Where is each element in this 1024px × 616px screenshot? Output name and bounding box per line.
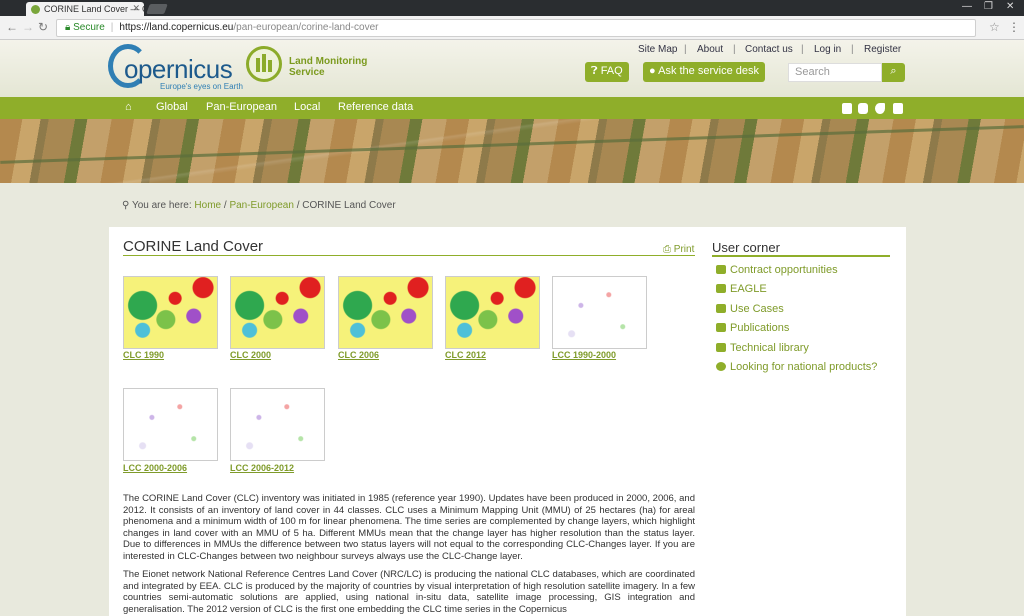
page-title: CORINE Land Cover bbox=[123, 238, 264, 255]
clc-2000-thumbnail[interactable] bbox=[230, 276, 325, 349]
browser-tab[interactable]: CORINE Land Cover — C ✕ bbox=[26, 2, 144, 16]
clc-2012-thumbnail[interactable] bbox=[445, 276, 540, 349]
clc-2000-link[interactable]: CLC 2000 bbox=[230, 350, 271, 360]
copernicus-logo-text[interactable]: opernicus bbox=[124, 54, 233, 85]
search-button[interactable]: ⌕ bbox=[882, 63, 905, 82]
clc-2012-link[interactable]: CLC 2012 bbox=[445, 350, 486, 360]
use-cases-icon bbox=[716, 304, 726, 313]
clc-1990-thumbnail[interactable] bbox=[123, 276, 218, 349]
search-input[interactable]: Search bbox=[788, 63, 882, 82]
clc-2006-link[interactable]: CLC 2006 bbox=[338, 350, 379, 360]
user-corner-eagle[interactable]: EAGLE bbox=[716, 283, 767, 295]
lcc-2000-2006-link[interactable]: LCC 2000-2006 bbox=[123, 463, 187, 473]
user-corner-use-cases[interactable]: Use Cases bbox=[716, 303, 784, 315]
log-in-link[interactable]: Log in bbox=[814, 44, 841, 55]
book-icon bbox=[716, 343, 726, 352]
browser-tabbar: CORINE Land Cover — C ✕ — ❐ ✕ bbox=[0, 0, 1024, 16]
lcc-2006-2012-link[interactable]: LCC 2006-2012 bbox=[230, 463, 294, 473]
site-header: opernicus Europe's eyes on Earth Land Mo… bbox=[0, 40, 1024, 97]
secure-label: Secure bbox=[73, 22, 105, 33]
breadcrumb-home[interactable]: Home bbox=[194, 200, 221, 211]
breadcrumb-current: CORINE Land Cover bbox=[302, 200, 396, 211]
facebook-icon[interactable] bbox=[842, 103, 852, 114]
url-input[interactable]: 🔒︎ Secure | https://land.copernicus.eu/pan… bbox=[56, 19, 976, 37]
register-link[interactable]: Register bbox=[864, 44, 901, 55]
faq-button[interactable]: ❓︎ FAQ bbox=[585, 62, 629, 82]
breadcrumb: ⚲ You are here: Home / Pan-European / CO… bbox=[122, 200, 396, 211]
flickr-icon[interactable] bbox=[893, 103, 903, 114]
restore-icon[interactable]: ❐ bbox=[984, 1, 993, 12]
new-tab-button[interactable] bbox=[146, 4, 168, 14]
location-pin-icon: ⚲ bbox=[122, 200, 130, 211]
site-favicon-icon bbox=[31, 5, 40, 14]
forward-icon[interactable]: → bbox=[22, 20, 34, 34]
contact-us-link[interactable]: Contact us bbox=[745, 44, 793, 55]
publications-icon bbox=[716, 323, 726, 332]
close-tab-icon[interactable]: ✕ bbox=[132, 3, 140, 14]
about-link[interactable]: About bbox=[697, 44, 723, 55]
minimize-icon[interactable]: — bbox=[962, 1, 972, 12]
lcc-2006-2012-thumbnail[interactable] bbox=[230, 388, 325, 461]
site-map-link[interactable]: Site Map bbox=[638, 44, 677, 55]
nav-global[interactable]: Global bbox=[156, 101, 188, 113]
print-icon: ⎙ bbox=[663, 244, 671, 255]
intro-paragraph: The CORINE Land Cover (CLC) inventory wa… bbox=[123, 493, 695, 562]
browser-menu-icon[interactable]: ⋮ bbox=[1008, 20, 1020, 34]
home-icon[interactable]: ⌂ bbox=[125, 101, 132, 113]
user-corner-national-products[interactable]: Looking for national products? bbox=[716, 361, 877, 373]
url-path: /pan-european/corine-land-cover bbox=[233, 22, 379, 33]
instagram-icon[interactable] bbox=[858, 103, 868, 114]
address-bar: ← → ↻ 🔒︎ Secure | https://land.copernicus.… bbox=[0, 16, 1024, 40]
search-icon: ⌕ bbox=[890, 65, 897, 77]
question-circle-icon: ❓︎ bbox=[591, 65, 598, 77]
print-link[interactable]: ⎙ Print bbox=[663, 244, 694, 255]
clc-1990-link[interactable]: CLC 1990 bbox=[123, 350, 164, 360]
twitter-icon[interactable] bbox=[875, 103, 885, 114]
lock-icon: 🔒︎ bbox=[65, 22, 74, 33]
user-corner-publications[interactable]: Publications bbox=[716, 322, 789, 334]
eionet-paragraph: The Eionet network National Reference Ce… bbox=[123, 569, 695, 615]
land-monitoring-logo-icon[interactable] bbox=[246, 46, 282, 82]
lcc-2000-2006-thumbnail[interactable] bbox=[123, 388, 218, 461]
tab-title: CORINE Land Cover — C bbox=[44, 4, 144, 14]
breadcrumb-pan-european[interactable]: Pan-European bbox=[229, 200, 294, 211]
clc-2006-thumbnail[interactable] bbox=[338, 276, 433, 349]
nav-local[interactable]: Local bbox=[294, 101, 320, 113]
handshake-icon bbox=[716, 265, 726, 274]
nav-reference-data[interactable]: Reference data bbox=[338, 101, 413, 113]
nav-pan-european[interactable]: Pan-European bbox=[206, 101, 277, 113]
copernicus-tagline: Europe's eyes on Earth bbox=[160, 82, 243, 91]
user-corner-technical-library[interactable]: Technical library bbox=[716, 342, 809, 354]
lcc-1990-2000-link[interactable]: LCC 1990-2000 bbox=[552, 350, 616, 360]
close-window-icon[interactable]: ✕ bbox=[1006, 1, 1014, 12]
user-corner-contract-opportunities[interactable]: Contract opportunities bbox=[716, 264, 838, 276]
lcc-1990-2000-thumbnail[interactable] bbox=[552, 276, 647, 349]
question-circle-icon bbox=[716, 362, 726, 371]
reload-icon[interactable]: ↻ bbox=[38, 20, 48, 34]
land-monitoring-service-logo[interactable]: Land Monitoring Service bbox=[289, 56, 367, 78]
lightbulb-icon bbox=[716, 284, 726, 293]
main-nav: ⌂ Global Pan-European Local Reference da… bbox=[0, 97, 1024, 119]
bookmark-star-icon[interactable]: ☆ bbox=[989, 20, 1000, 34]
service-desk-button[interactable]: ● Ask the service desk bbox=[643, 62, 765, 82]
user-icon: ● bbox=[649, 65, 656, 77]
user-corner-title: User corner bbox=[712, 240, 780, 255]
landscape-banner bbox=[0, 119, 1024, 183]
back-icon[interactable]: ← bbox=[6, 20, 18, 34]
url-host: https://land.copernicus.eu bbox=[119, 22, 234, 33]
